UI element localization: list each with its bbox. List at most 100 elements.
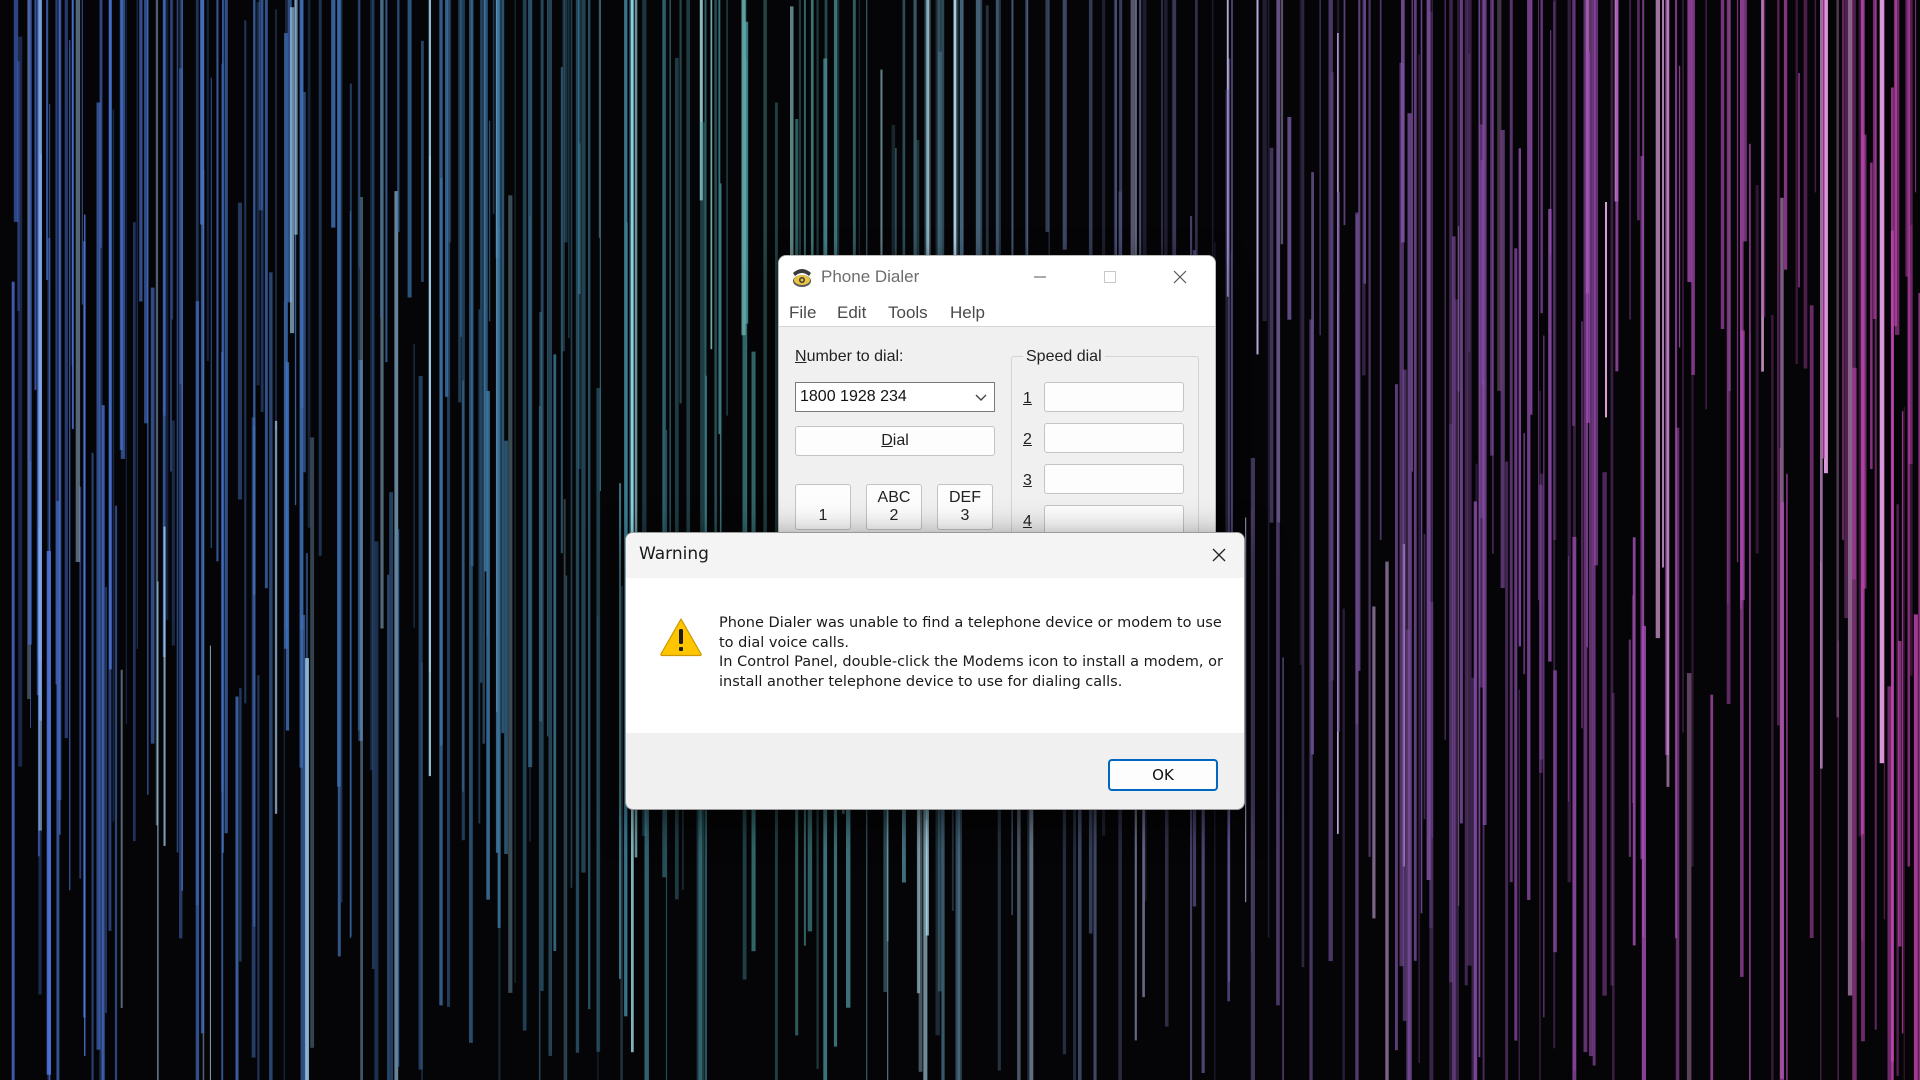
wallpaper-streak xyxy=(1454,299,1459,1080)
wallpaper-streak xyxy=(1686,673,1692,1080)
wallpaper-streak xyxy=(1901,411,1904,1034)
wallpaper-streak xyxy=(553,354,557,951)
wallpaper-streak xyxy=(1777,0,1780,726)
chevron-down-icon[interactable] xyxy=(974,393,988,403)
wallpaper-streak xyxy=(1893,0,1897,327)
wallpaper-streak xyxy=(307,0,311,528)
menu-help[interactable]: Help xyxy=(950,303,985,323)
wallpaper-streak xyxy=(1343,0,1346,226)
speed-dial-button-1[interactable] xyxy=(1044,382,1184,412)
wallpaper-streak xyxy=(1691,0,1695,375)
dial-button[interactable]: Dial xyxy=(795,426,995,456)
wallpaper-streak xyxy=(462,380,464,792)
wallpaper-streak xyxy=(1786,473,1788,1080)
number-to-dial-value: 1800 1928 234 xyxy=(800,388,907,405)
wallpaper-streak xyxy=(380,0,383,318)
wallpaper-streak xyxy=(421,662,423,1080)
wallpaper-streak xyxy=(216,0,219,562)
wallpaper-streak xyxy=(358,0,361,268)
ok-button[interactable]: OK xyxy=(1108,759,1218,791)
wallpaper-streak xyxy=(1062,0,1067,250)
wallpaper-streak xyxy=(1891,87,1894,1080)
wallpaper-streak xyxy=(370,0,373,771)
wallpaper-streak xyxy=(1836,0,1839,718)
speed-dial-button-2[interactable] xyxy=(1044,423,1184,453)
wallpaper-streak xyxy=(1449,423,1453,1080)
wallpaper-streak xyxy=(540,0,544,991)
wallpaper-streak xyxy=(1368,0,1371,857)
wallpaper-streak xyxy=(171,0,174,320)
wallpaper-streak xyxy=(1385,561,1389,1080)
wallpaper-streak xyxy=(1490,0,1494,456)
dialog-close-button[interactable] xyxy=(1194,533,1244,578)
wallpaper-streak xyxy=(209,645,211,1080)
wallpaper-streak xyxy=(1406,629,1410,1080)
wallpaper-streak xyxy=(1662,0,1664,568)
wallpaper-streak xyxy=(84,214,86,1056)
wallpaper-streak xyxy=(1355,214,1358,725)
wallpaper-streak xyxy=(563,499,566,1080)
dial-key-2[interactable]: ABC 2 xyxy=(866,484,922,530)
wallpaper-streak xyxy=(300,614,306,1080)
wallpaper-streak xyxy=(1573,0,1576,1071)
wallpaper-streak xyxy=(69,40,71,891)
wallpaper-streak xyxy=(224,0,228,834)
speed-dial-button-3[interactable] xyxy=(1044,464,1184,494)
number-to-dial-label: Number to dial: xyxy=(795,348,904,365)
wallpaper-streak xyxy=(1783,0,1788,270)
wallpaper-streak xyxy=(522,0,527,1031)
wallpaper-streak xyxy=(244,20,247,704)
menu-file[interactable]: File xyxy=(789,303,816,323)
number-to-dial-combobox[interactable]: 1800 1928 234 xyxy=(795,382,995,412)
wallpaper-streak xyxy=(210,77,212,548)
dial-key-3[interactable]: DEF 3 xyxy=(937,484,993,530)
wallpaper-streak xyxy=(501,0,505,734)
dial-key-1[interactable]: 1 xyxy=(795,484,851,530)
wallpaper-streak xyxy=(1887,686,1892,1080)
wallpaper-streak xyxy=(237,202,242,500)
wallpaper-streak xyxy=(1276,0,1280,1006)
menu-edit[interactable]: Edit xyxy=(837,303,866,323)
wallpaper-streak xyxy=(1814,0,1817,193)
wallpaper-streak xyxy=(1514,248,1518,1041)
wallpaper-streak xyxy=(264,0,268,589)
speed-dial-button-4[interactable] xyxy=(1044,505,1184,535)
phone-dialer-app-icon xyxy=(790,265,814,289)
wallpaper-streak xyxy=(1342,608,1345,1080)
maximize-icon xyxy=(1104,271,1116,283)
wallpaper-streak xyxy=(528,0,533,768)
wallpaper-streak xyxy=(1518,689,1520,1080)
wallpaper-streak xyxy=(374,541,379,1080)
wallpaper-streak xyxy=(1411,0,1413,472)
wallpaper-streak xyxy=(1629,0,1631,320)
wallpaper-streak xyxy=(1915,0,1917,193)
wallpaper-streak xyxy=(150,287,155,744)
close-button[interactable] xyxy=(1145,256,1215,298)
minimize-button[interactable] xyxy=(1005,256,1075,298)
dialog-title-bar[interactable]: Warning xyxy=(626,533,1244,578)
maximize-button[interactable] xyxy=(1075,256,1145,298)
wallpaper-streak xyxy=(1467,0,1472,966)
wallpaper-streak xyxy=(478,309,481,824)
wallpaper-streak xyxy=(496,0,498,712)
wallpaper-streak xyxy=(1847,0,1853,996)
menu-tools[interactable]: Tools xyxy=(888,303,928,323)
dialog-title: Warning xyxy=(639,544,709,564)
close-icon xyxy=(1212,548,1226,562)
wallpaper-streak xyxy=(1795,0,1798,364)
title-bar[interactable]: Phone Dialer xyxy=(779,256,1215,298)
wallpaper-streak xyxy=(397,529,400,1067)
wallpaper-streak xyxy=(407,0,412,298)
wallpaper-streak xyxy=(195,0,199,906)
dial-key-digit: 3 xyxy=(960,507,970,524)
wallpaper-streak xyxy=(1755,185,1759,554)
wallpaper-streak xyxy=(1245,517,1247,903)
wallpaper-streak xyxy=(1762,0,1766,318)
wallpaper-streak xyxy=(679,0,682,404)
wallpaper-streak xyxy=(1907,0,1911,867)
wallpaper-streak xyxy=(445,0,449,397)
wallpaper-streak xyxy=(1820,0,1823,769)
wallpaper-streak xyxy=(1605,202,1607,418)
wallpaper-streak xyxy=(108,0,112,931)
wallpaper-streak xyxy=(1594,0,1599,566)
